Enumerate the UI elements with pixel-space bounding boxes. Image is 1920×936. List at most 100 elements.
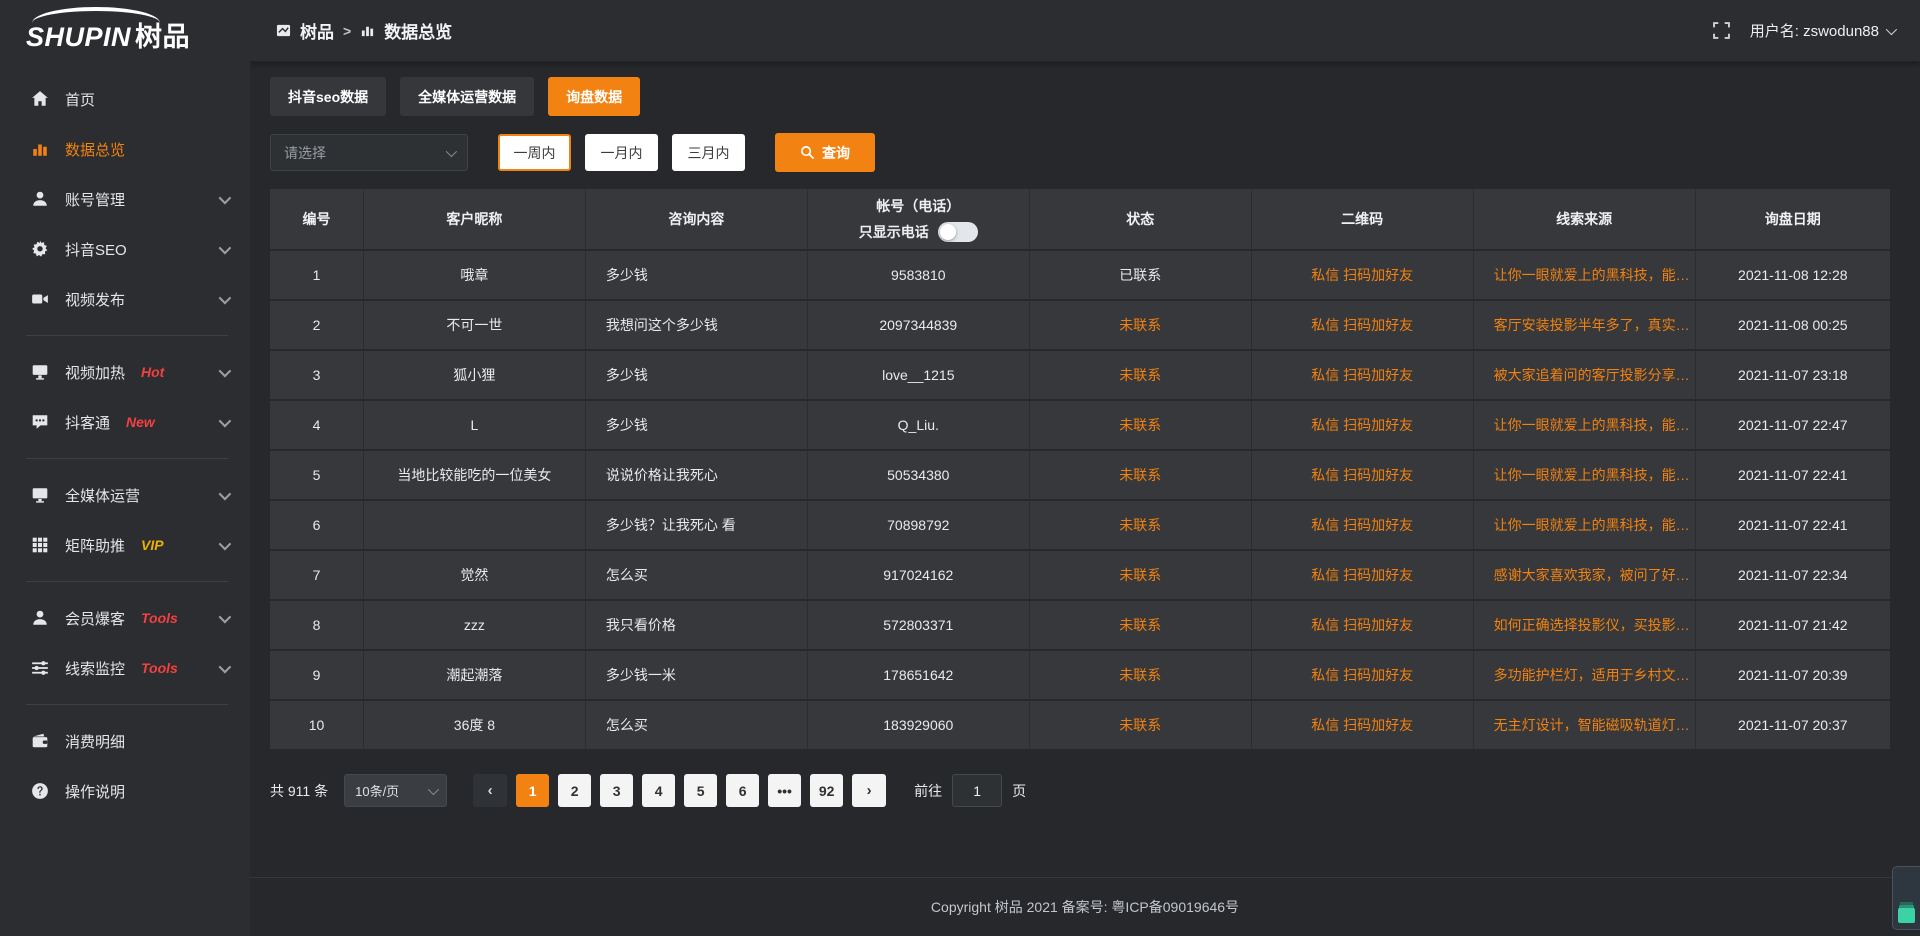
cell-source-link[interactable]: 多功能护栏灯，适用于乡村文… [1474,651,1696,701]
cell-source-link[interactable]: 让你一眼就爱上的黑科技，能… [1474,451,1696,501]
breadcrumb-current-icon [360,23,375,38]
cell-qrcode-link[interactable]: 私信 扫码加好友 [1252,701,1474,751]
sidebar-item-label: 会员爆客 [65,608,125,629]
page-button-6[interactable]: 6 [726,774,759,807]
page-button-1[interactable]: 1 [516,774,549,807]
sidebar-item-member[interactable]: 会员爆客 Tools [0,593,250,643]
column-header-7: 询盘日期 [1696,189,1890,251]
cell-id: 6 [270,501,364,551]
cell-qrcode-link[interactable]: 私信 扫码加好友 [1252,651,1474,701]
cell-source-link[interactable]: 让你一眼就爱上的黑科技，能… [1474,401,1696,451]
tab-2[interactable]: 询盘数据 [548,77,640,116]
cell-status: 已联系 [1030,251,1252,301]
range-button-1[interactable]: 一月内 [585,134,658,171]
cell-qrcode-link[interactable]: 私信 扫码加好友 [1252,401,1474,451]
table-row: 9潮起潮落多少钱一米178651642未联系私信 扫码加好友多功能护栏灯，适用于… [270,651,1890,701]
table-row: 6多少钱？让我死心 看70898792未联系私信 扫码加好友让你一眼就爱上的黑科… [270,501,1890,551]
table-panel: 编号客户昵称咨询内容帐号（电话）只显示电话状态二维码线索来源询盘日期 1哦章多少… [270,189,1890,751]
column-header-5: 二维码 [1252,189,1474,251]
sidebar-item-help[interactable]: 操作说明 [0,766,250,816]
cell-nickname [364,501,586,551]
sidebar-item-home[interactable]: 首页 [0,74,250,124]
goto-page: 前往 页 [914,774,1026,807]
cell-date: 2021-11-08 12:28 [1696,251,1890,301]
sidebar-item-seo[interactable]: 抖音SEO [0,224,250,274]
next-page-button[interactable]: › [852,774,886,807]
page-button-5[interactable]: 5 [684,774,717,807]
table-row: 1036度 8怎么买183929060未联系私信 扫码加好友无主灯设计，智能磁吸… [270,701,1890,751]
sidebar-item-media[interactable]: 全媒体运营 [0,470,250,520]
account-header-title: 帐号（电话） [808,196,1029,216]
cell-source-link[interactable]: 让你一眼就爱上的黑科技，能… [1474,501,1696,551]
cell-nickname: 当地比较能吃的一位美女 [364,451,586,501]
phone-toggle-label: 只显示电话 [859,222,929,242]
chevron-down-icon [219,191,232,204]
cell-qrcode-link[interactable]: 私信 扫码加好友 [1252,301,1474,351]
page-button-3[interactable]: 3 [600,774,633,807]
cell-qrcode-link[interactable]: 私信 扫码加好友 [1252,501,1474,551]
cell-source-link[interactable]: 如何正确选择投影仪，买投影… [1474,601,1696,651]
goto-page-input[interactable] [952,774,1002,807]
range-button-0[interactable]: 一周内 [498,134,571,171]
topbar-right: 用户名: zswodun88 [1713,20,1894,41]
cell-status: 未联系 [1030,701,1252,751]
cell-content: 多少钱？让我死心 看 [586,501,808,551]
pagination: 共 911 条 10条/页 ‹ 123456•••92 › 前往 页 [270,774,1900,807]
sidebar-item-label: 数据总览 [65,139,125,160]
cell-content: 说说价格让我死心 [586,451,808,501]
floating-widget[interactable] [1892,866,1920,930]
sidebar-item-expense[interactable]: 消费明细 [0,716,250,766]
wallet-icon [30,731,50,751]
cell-qrcode-link[interactable]: 私信 扫码加好友 [1252,351,1474,401]
tab-0[interactable]: 抖音seo数据 [270,77,386,116]
cell-qrcode-link[interactable]: 私信 扫码加好友 [1252,251,1474,301]
cell-id: 9 [270,651,364,701]
chevron-down-icon [1886,23,1897,34]
sidebar-item-label: 视频发布 [65,289,125,310]
query-button[interactable]: 查询 [775,133,875,172]
grid-icon [30,535,50,555]
sidebar-item-heat[interactable]: 视频加热Hot [0,347,250,397]
user-menu[interactable]: 用户名: zswodun88 [1750,20,1894,41]
cell-content: 多少钱 [586,251,808,301]
filter-select[interactable]: 请选择 [270,134,468,171]
sidebar-item-label: 抖客通 [65,412,110,433]
page-button-4[interactable]: 4 [642,774,675,807]
cell-account: 572803371 [808,601,1030,651]
cell-source-link[interactable]: 让你一眼就爱上的黑科技，能… [1474,251,1696,301]
sidebar-item-matrix[interactable]: 矩阵助推VIP [0,520,250,570]
sidebar-item-account[interactable]: 账号管理 [0,174,250,224]
page-button-2[interactable]: 2 [558,774,591,807]
breadcrumb-separator: > [343,23,351,39]
cell-source-link[interactable]: 客厅安装投影半年多了，真实… [1474,301,1696,351]
pager-ellipsis[interactable]: ••• [768,774,801,807]
page-button-92[interactable]: 92 [810,774,843,807]
sidebar-item-publish[interactable]: 视频发布 [0,274,250,324]
cell-qrcode-link[interactable]: 私信 扫码加好友 [1252,551,1474,601]
breadcrumb-root[interactable]: 树品 [300,18,334,43]
cell-qrcode-link[interactable]: 私信 扫码加好友 [1252,601,1474,651]
cell-nickname: L [364,401,586,451]
sidebar-item-clue[interactable]: 线索监控Tools [0,643,250,693]
fullscreen-icon[interactable] [1713,22,1730,39]
page-size-select[interactable]: 10条/页 [344,774,447,807]
sidebar-item-badge: Tools [141,610,178,626]
cell-source-link[interactable]: 被大家追着问的客厅投影分享… [1474,351,1696,401]
tab-1[interactable]: 全媒体运营数据 [400,77,534,116]
phone-only-toggle[interactable] [938,222,978,242]
cell-source-link[interactable]: 感谢大家喜欢我家，被问了好… [1474,551,1696,601]
cell-date: 2021-11-07 22:41 [1696,501,1890,551]
cell-source-link[interactable]: 无主灯设计，智能磁吸轨道灯… [1474,701,1696,751]
sidebar-item-data[interactable]: 数据总览 [0,124,250,174]
cell-date: 2021-11-08 00:25 [1696,301,1890,351]
cell-status: 未联系 [1030,451,1252,501]
cell-account: 917024162 [808,551,1030,601]
chevron-down-icon [446,145,457,156]
sidebar-item-douke[interactable]: 抖客通New [0,397,250,447]
cell-account: 178651642 [808,651,1030,701]
prev-page-button[interactable]: ‹ [473,774,507,807]
cell-qrcode-link[interactable]: 私信 扫码加好友 [1252,451,1474,501]
cell-account: 2097344839 [808,301,1030,351]
range-button-2[interactable]: 三月内 [672,134,745,171]
sidebar-item-label: 操作说明 [65,781,125,802]
